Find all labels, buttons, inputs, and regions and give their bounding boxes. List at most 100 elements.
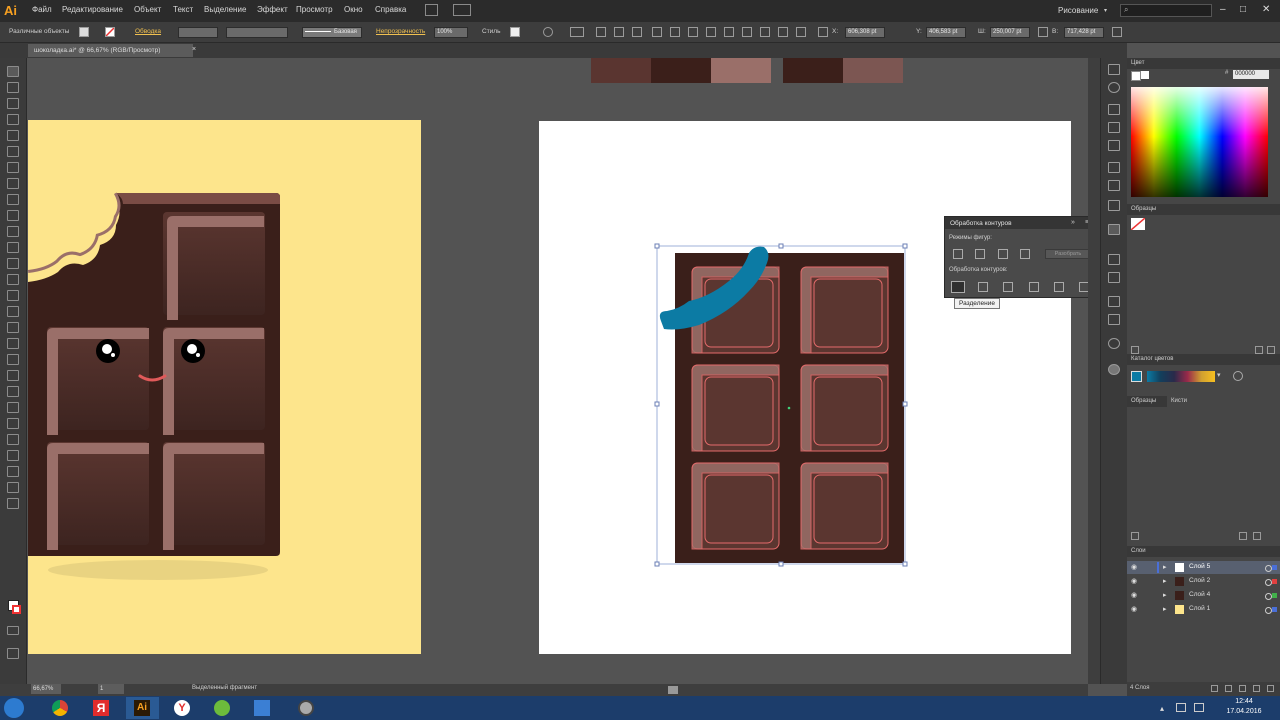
distribute-right-icon[interactable] xyxy=(796,27,806,37)
chevron-down-icon[interactable]: ▾ xyxy=(1104,7,1107,14)
layer-row[interactable]: ◉ ▸ Слой 1 xyxy=(1127,603,1280,616)
graphic-styles-tab[interactable]: Образцы xyxy=(1127,396,1167,407)
pencil-tool-icon[interactable] xyxy=(7,210,19,221)
color-white-icon[interactable] xyxy=(1141,71,1149,79)
symbol-sprayer-tool-icon[interactable] xyxy=(7,418,19,429)
crop-icon[interactable] xyxy=(1029,282,1039,292)
x-field[interactable]: 606,308 pt xyxy=(845,27,885,38)
expand-arrow-icon[interactable]: ▸ xyxy=(1163,577,1167,585)
new-swatch-icon[interactable] xyxy=(1255,346,1263,354)
free-transform-tool-icon[interactable] xyxy=(7,306,19,317)
gradient-tool-icon[interactable] xyxy=(7,370,19,381)
distribute-vcenter-icon[interactable] xyxy=(724,27,734,37)
new-sublayer-icon[interactable] xyxy=(1239,685,1246,692)
layer-name[interactable]: Слой 4 xyxy=(1189,591,1210,598)
volume-icon[interactable] xyxy=(1194,703,1204,712)
paintbrush-tool-icon[interactable] xyxy=(7,194,19,205)
harmony-dropdown-icon[interactable]: ▾ xyxy=(1217,371,1221,379)
align-to-icon[interactable] xyxy=(570,27,584,37)
start-button-icon[interactable] xyxy=(4,698,24,718)
character-panel-icon[interactable] xyxy=(1108,296,1120,307)
align-right-icon[interactable] xyxy=(632,27,642,37)
expand-arrow-icon[interactable]: ▸ xyxy=(1163,563,1167,571)
edit-colors-icon[interactable] xyxy=(1233,371,1243,381)
menu-view[interactable]: Просмотр xyxy=(296,5,333,14)
color-fill-icon[interactable] xyxy=(1131,71,1141,81)
mesh-tool-icon[interactable] xyxy=(7,354,19,365)
clipping-mask-icon[interactable] xyxy=(1225,685,1232,692)
outline-icon[interactable] xyxy=(1054,282,1064,292)
visibility-eye-icon[interactable]: ◉ xyxy=(1131,577,1137,585)
locate-object-icon[interactable] xyxy=(1211,685,1218,692)
menu-edit[interactable]: Редактирование xyxy=(62,5,123,14)
opacity-label[interactable]: Непрозрачность xyxy=(376,28,425,35)
color-swatch-rect[interactable] xyxy=(651,58,711,83)
artboard-tool-icon[interactable] xyxy=(7,450,19,461)
clock-date[interactable]: 17.04.2016 xyxy=(1222,708,1266,715)
pathfinder-panel-icon[interactable] xyxy=(1108,224,1120,235)
taskbar-utorrent-icon[interactable] xyxy=(206,697,239,719)
distribute-left-icon[interactable] xyxy=(760,27,770,37)
arrange-documents-icon[interactable] xyxy=(453,4,471,16)
magic-wand-tool-icon[interactable] xyxy=(7,98,19,109)
align-hcenter-icon[interactable] xyxy=(614,27,624,37)
workspace-switcher[interactable]: Рисование xyxy=(1058,6,1098,15)
menu-object[interactable]: Объект xyxy=(134,5,161,14)
document-tab[interactable]: шоколадка.ai* @ 66,67% (RGB/Просмотр) xyxy=(28,44,193,57)
close-tab-icon[interactable]: × xyxy=(192,46,196,53)
align-vcenter-icon[interactable] xyxy=(670,27,680,37)
unite-icon[interactable] xyxy=(953,249,963,259)
swatches-panel-tab[interactable]: Образцы xyxy=(1127,204,1280,215)
collapse-panel-icon[interactable]: » xyxy=(1071,219,1075,226)
clock-time[interactable]: 12:44 xyxy=(1222,698,1266,705)
align-bottom-icon[interactable] xyxy=(688,27,698,37)
menu-help[interactable]: Справка xyxy=(375,5,406,14)
merge-icon[interactable] xyxy=(1003,282,1013,292)
taskbar-yandex-browser-icon[interactable]: Y xyxy=(166,697,199,719)
eraser-tool-icon[interactable] xyxy=(7,242,19,253)
blend-tool-icon[interactable] xyxy=(7,402,19,413)
layer-name[interactable]: Слой 1 xyxy=(1189,605,1210,612)
maximize-button[interactable]: □ xyxy=(1240,4,1246,15)
artboards-panel-icon[interactable] xyxy=(1108,254,1120,265)
tray-arrow-icon[interactable]: ▴ xyxy=(1160,704,1164,713)
recolor-icon[interactable] xyxy=(543,27,553,37)
zoom-tool-icon[interactable] xyxy=(7,498,19,509)
vertical-scrollbar[interactable] xyxy=(1088,58,1100,684)
constrain-proportions-icon[interactable] xyxy=(1038,27,1048,37)
selection-indicator[interactable] xyxy=(1272,593,1277,598)
exclude-icon[interactable] xyxy=(1020,249,1030,259)
new-layer-icon[interactable] xyxy=(1253,685,1260,692)
layer-row-selected[interactable]: ◉ ▸ Слой 5 xyxy=(1127,561,1280,574)
selection-indicator[interactable] xyxy=(1272,579,1277,584)
divide-icon[interactable] xyxy=(951,281,965,293)
align-left-icon[interactable] xyxy=(596,27,606,37)
new-style-icon[interactable] xyxy=(1239,532,1247,540)
menu-effect[interactable]: Эффект xyxy=(257,5,288,14)
harmony-rules-strip[interactable] xyxy=(1147,371,1215,382)
layer-name[interactable]: Слой 5 xyxy=(1189,563,1210,570)
image-trace-icon[interactable] xyxy=(1108,140,1120,151)
taskbar-illustrator-icon[interactable]: Ai xyxy=(126,697,159,719)
align-panel-icon[interactable] xyxy=(1108,162,1120,173)
type-tool-icon[interactable] xyxy=(7,146,19,157)
scale-tool-icon[interactable] xyxy=(7,274,19,285)
ellipse-tool-icon[interactable] xyxy=(7,178,19,189)
menu-file[interactable]: Файл xyxy=(32,5,52,14)
visibility-eye-icon[interactable]: ◉ xyxy=(1131,563,1137,571)
color-guide-tab[interactable]: Каталог цветов xyxy=(1127,354,1280,365)
visibility-eye-icon[interactable]: ◉ xyxy=(1131,591,1137,599)
shape-builder-tool-icon[interactable] xyxy=(7,322,19,333)
artboard-right[interactable] xyxy=(539,121,1071,654)
layer-name[interactable]: Слой 2 xyxy=(1189,577,1210,584)
network-icon[interactable] xyxy=(1176,703,1186,712)
opentype-panel-icon[interactable] xyxy=(1108,338,1120,349)
pen-tool-icon[interactable] xyxy=(7,130,19,141)
layer-row[interactable]: ◉ ▸ Слой 2 xyxy=(1127,575,1280,588)
target-icon[interactable] xyxy=(1265,593,1272,600)
opacity-field[interactable]: 100% xyxy=(434,27,468,38)
blob-brush-tool-icon[interactable] xyxy=(7,226,19,237)
libraries-icon[interactable] xyxy=(1131,532,1139,540)
selection-indicator[interactable] xyxy=(1272,565,1277,570)
taskbar-chrome-icon[interactable] xyxy=(44,697,77,719)
